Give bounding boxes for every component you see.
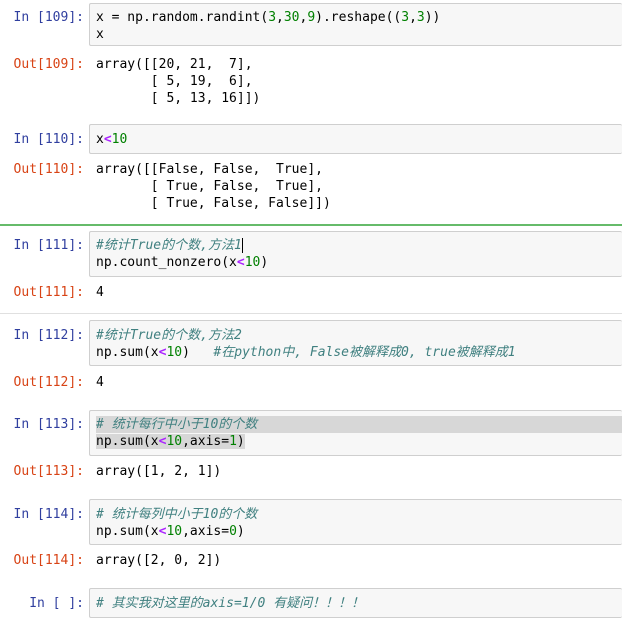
code-comment: #统计True的个数,方法1​ [96,238,243,253]
code-line: np.sum(x<10,axis=1) [96,434,245,449]
output-line: array([1, 2, 1]) [96,464,222,479]
code-comment: #统计True的个数,方法2 [96,328,242,343]
output-line: array([[False, False, True], [96,162,323,177]
output-prompt: Out[113]: [13,464,84,479]
code-line: x = np.random.randint(3,30,9).reshape((3… [96,10,441,25]
code-comment: # 统计每列中小于10的个数 [96,507,258,522]
code-comment: # 其实我对这里的axis=1/0 有疑问！！！！ [96,596,365,611]
input-prompt: In [112]: [13,328,84,343]
input-prompt: In [114]: [13,507,84,522]
output-line: 4 [96,375,104,390]
code-input[interactable] [89,124,622,154]
input-prompt: In [109]: [13,10,84,25]
output-line: [ True, False, True], [96,179,323,194]
output-line: array([[20, 21, 7], [96,57,253,72]
text-cursor: ​ [241,238,243,253]
selected-cell-border [0,224,622,226]
output-line: [ 5, 19, 6], [96,74,253,89]
input-prompt: In [110]: [13,132,84,147]
output-line: array([2, 0, 2]) [96,553,222,568]
output-prompt: Out[109]: [13,57,84,72]
output-line: 4 [96,285,104,300]
output-prompt: Out[112]: [13,375,84,390]
code-comment: # 统计每行中小于10的个数 [96,416,622,433]
output-line: [ True, False, False]]) [96,196,331,211]
code-line: np.sum(x<10,axis=0) [96,524,245,539]
input-prompt: In [ ]: [29,596,84,611]
input-prompt: In [113]: [13,417,84,432]
selected-cell-border [0,313,622,314]
output-line: [ 5, 13, 16]]) [96,91,261,106]
output-prompt: Out[114]: [13,553,84,568]
code-line: x<10 [96,132,128,147]
code-line: np.sum(x<10) #在python中, False被解释成0, true… [96,345,516,360]
input-prompt: In [111]: [13,238,84,253]
code-line: np.count_nonzero(x<10) [96,255,269,270]
output-prompt: Out[111]: [13,285,84,300]
output-prompt: Out[110]: [13,162,84,177]
code-line: x [96,27,104,42]
